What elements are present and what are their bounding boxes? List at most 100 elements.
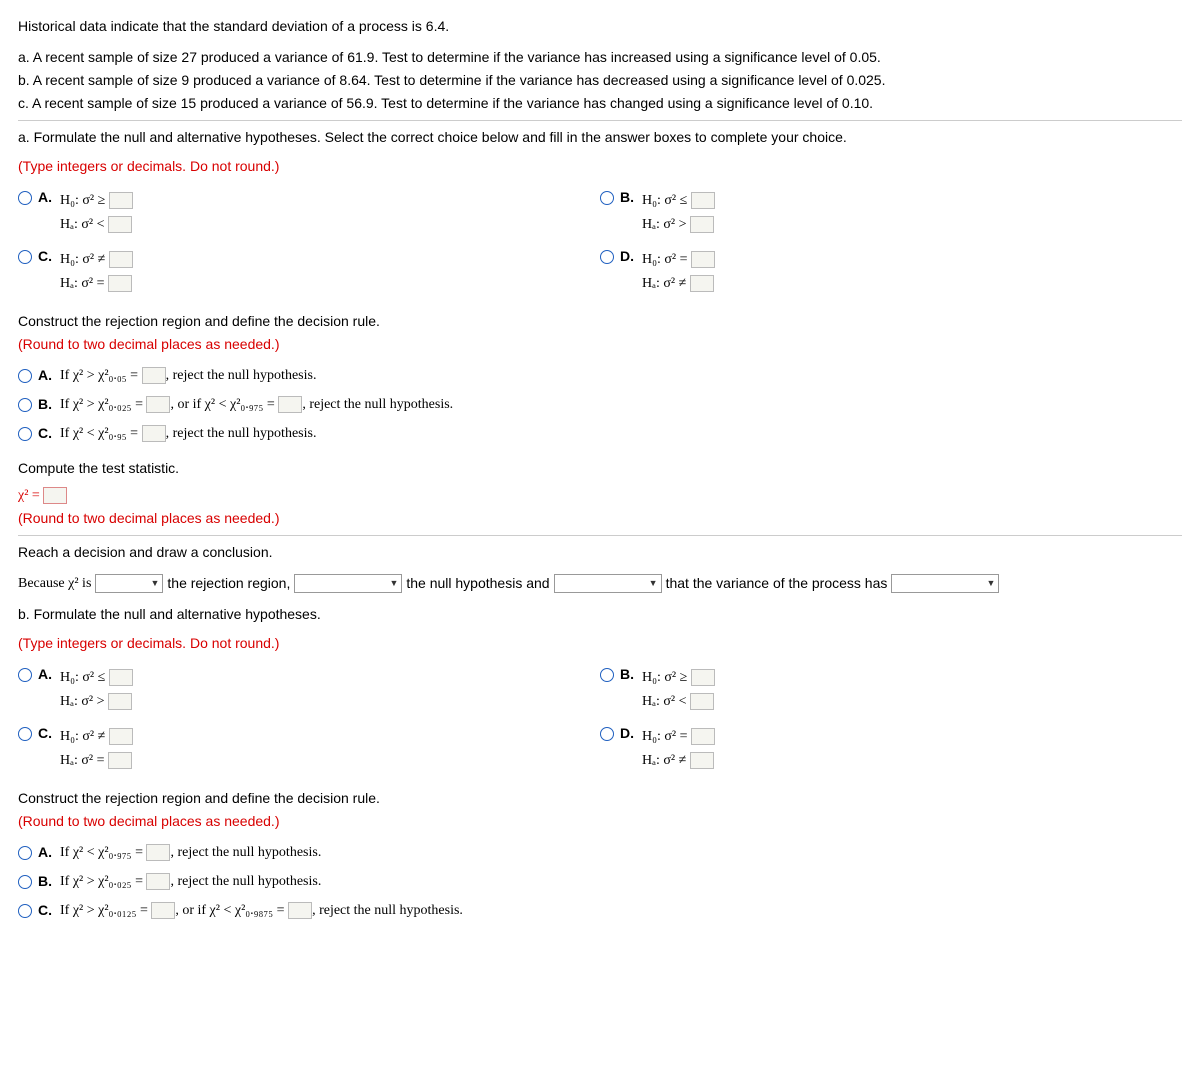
label-b-rej-B: B. bbox=[38, 871, 52, 892]
bD-h0-input[interactable] bbox=[691, 728, 715, 745]
b-rej-C-input1[interactable] bbox=[151, 902, 175, 919]
a-rej-C-pre: If χ² < χ²₀.₉₅ = bbox=[60, 426, 138, 441]
radio-a-D[interactable] bbox=[600, 250, 614, 264]
b-rej-B-input[interactable] bbox=[146, 873, 170, 890]
conc-4: that the variance of the process has bbox=[666, 573, 888, 594]
bC-h0-input[interactable] bbox=[109, 728, 133, 745]
conc-sel-4[interactable] bbox=[891, 574, 999, 593]
conc-sel-1[interactable] bbox=[95, 574, 163, 593]
bD-h0: H₀: σ² = bbox=[642, 729, 688, 744]
a-rej-A-post: , reject the null hypothesis. bbox=[166, 368, 317, 383]
label-b-B: B. bbox=[620, 664, 634, 685]
aD-ha-input[interactable] bbox=[690, 275, 714, 292]
parta-q3: Compute the test statistic. bbox=[18, 458, 1182, 479]
parta-q2: Construct the rejection region and defin… bbox=[18, 311, 1182, 332]
bC-h0: H₀: σ² ≠ bbox=[60, 729, 105, 744]
bD-ha-input[interactable] bbox=[690, 752, 714, 769]
conc-2: the rejection region, bbox=[167, 573, 290, 594]
label-b-rej-A: A. bbox=[38, 842, 52, 863]
aC-h0: H₀: σ² ≠ bbox=[60, 252, 105, 267]
label-b-D: D. bbox=[620, 723, 634, 744]
radio-b-D[interactable] bbox=[600, 727, 614, 741]
parta-hint2: (Round to two decimal places as needed.) bbox=[18, 334, 1182, 355]
partb-q2: Construct the rejection region and defin… bbox=[18, 788, 1182, 809]
b-rej-C-pre: If χ² > χ²₀.₀₁₂₅ = bbox=[60, 903, 148, 918]
aB-h0-input[interactable] bbox=[691, 192, 715, 209]
radio-b-A[interactable] bbox=[18, 668, 32, 682]
b-rej-A-pre: If χ² < χ²₀.₉₇₅ = bbox=[60, 845, 143, 860]
conc-sel-3[interactable] bbox=[554, 574, 662, 593]
aD-ha: Hₐ: σ² ≠ bbox=[642, 276, 686, 291]
radio-a-rej-B[interactable] bbox=[18, 398, 32, 412]
radio-b-B[interactable] bbox=[600, 668, 614, 682]
a-rej-A-input[interactable] bbox=[142, 367, 166, 384]
conc-sel-2[interactable] bbox=[294, 574, 402, 593]
radio-a-A[interactable] bbox=[18, 191, 32, 205]
label-b-C: C. bbox=[38, 723, 52, 744]
partb-hypothesis-choices: A. H₀: σ² ≤ Hₐ: σ² > B. H₀: σ² ≥ Hₐ: σ² … bbox=[18, 660, 1182, 778]
label-a-D: D. bbox=[620, 246, 634, 267]
a-rej-B-input2[interactable] bbox=[278, 396, 302, 413]
aA-ha-input[interactable] bbox=[108, 216, 132, 233]
label-b-A: A. bbox=[38, 664, 52, 685]
bB-ha-input[interactable] bbox=[690, 693, 714, 710]
aA-h0-input[interactable] bbox=[109, 192, 133, 209]
bB-h0-input[interactable] bbox=[691, 669, 715, 686]
a-rej-B-post: , reject the null hypothesis. bbox=[302, 397, 453, 412]
partb-hint1: (Type integers or decimals. Do not round… bbox=[18, 633, 1182, 654]
bA-ha-input[interactable] bbox=[108, 693, 132, 710]
bC-ha-input[interactable] bbox=[108, 752, 132, 769]
radio-b-rej-C[interactable] bbox=[18, 904, 32, 918]
radio-a-B[interactable] bbox=[600, 191, 614, 205]
bB-h0: H₀: σ² ≥ bbox=[642, 670, 687, 685]
radio-b-rej-A[interactable] bbox=[18, 846, 32, 860]
a-rej-B-pre: If χ² > χ²₀.₀₂₅ = bbox=[60, 397, 143, 412]
radio-a-rej-C[interactable] bbox=[18, 427, 32, 441]
bA-h0-input[interactable] bbox=[109, 669, 133, 686]
radio-a-C[interactable] bbox=[18, 250, 32, 264]
parta-hypothesis-choices: A. H₀: σ² ≥ Hₐ: σ² < B. H₀: σ² ≤ Hₐ: σ² … bbox=[18, 183, 1182, 301]
aB-h0: H₀: σ² ≤ bbox=[642, 193, 687, 208]
label-a-rej-C: C. bbox=[38, 423, 52, 444]
aC-ha-input[interactable] bbox=[108, 275, 132, 292]
label-a-rej-A: A. bbox=[38, 365, 52, 386]
bB-ha: Hₐ: σ² < bbox=[642, 694, 686, 709]
parta-stat-input[interactable] bbox=[43, 487, 67, 504]
a-rej-B-input1[interactable] bbox=[146, 396, 170, 413]
aC-h0-input[interactable] bbox=[109, 251, 133, 268]
label-a-A: A. bbox=[38, 187, 52, 208]
radio-a-rej-A[interactable] bbox=[18, 369, 32, 383]
parta-hint3: (Round to two decimal places as needed.) bbox=[18, 508, 1182, 529]
bA-ha: Hₐ: σ² > bbox=[60, 694, 104, 709]
label-a-rej-B: B. bbox=[38, 394, 52, 415]
b-rej-B-post: , reject the null hypothesis. bbox=[170, 874, 321, 889]
a-rej-A-pre: If χ² > χ²₀.₀₅ = bbox=[60, 368, 138, 383]
label-b-rej-C: C. bbox=[38, 900, 52, 921]
conc-1: Because χ² is bbox=[18, 573, 91, 594]
radio-b-rej-B[interactable] bbox=[18, 875, 32, 889]
parta-stat-label: χ² = bbox=[18, 488, 40, 503]
aB-ha-input[interactable] bbox=[690, 216, 714, 233]
radio-b-C[interactable] bbox=[18, 727, 32, 741]
bD-ha: Hₐ: σ² ≠ bbox=[642, 753, 686, 768]
b-rej-C-post: , reject the null hypothesis. bbox=[312, 903, 463, 918]
b-rej-C-mid: , or if χ² < χ²₀.₉₈₇₅ = bbox=[175, 903, 284, 918]
b-rej-B-pre: If χ² > χ²₀.₀₂₅ = bbox=[60, 874, 143, 889]
b-rej-C-input2[interactable] bbox=[288, 902, 312, 919]
label-a-C: C. bbox=[38, 246, 52, 267]
aC-ha: Hₐ: σ² = bbox=[60, 276, 104, 291]
a-rej-C-post: , reject the null hypothesis. bbox=[166, 426, 317, 441]
partb-hint2: (Round to two decimal places as needed.) bbox=[18, 811, 1182, 832]
parta-hint1: (Type integers or decimals. Do not round… bbox=[18, 156, 1182, 177]
aD-h0-input[interactable] bbox=[691, 251, 715, 268]
aB-ha: Hₐ: σ² > bbox=[642, 217, 686, 232]
a-rej-B-mid: , or if χ² < χ²₀.₉₇₅ = bbox=[170, 397, 274, 412]
aA-ha: Hₐ: σ² < bbox=[60, 217, 104, 232]
a-rej-C-input[interactable] bbox=[142, 425, 166, 442]
conc-3: the null hypothesis and bbox=[406, 573, 549, 594]
aD-h0: H₀: σ² = bbox=[642, 252, 688, 267]
label-a-B: B. bbox=[620, 187, 634, 208]
b-rej-A-input[interactable] bbox=[146, 844, 170, 861]
intro-line-a: a. A recent sample of size 27 produced a… bbox=[18, 47, 1182, 68]
bC-ha: Hₐ: σ² = bbox=[60, 753, 104, 768]
